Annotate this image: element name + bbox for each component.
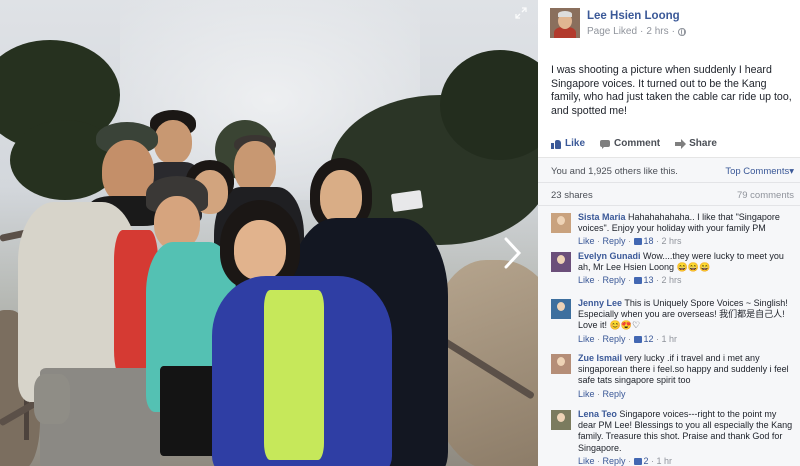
comment-icon [600, 139, 611, 149]
comment-reply-link[interactable]: Reply [603, 389, 626, 399]
comment-like-count[interactable]: 2 [633, 456, 649, 466]
post-timestamp[interactable]: 2 hrs [646, 26, 668, 37]
comment-like-link[interactable]: Like [578, 334, 595, 344]
comment-actions: Like · Reply · 13 · 2 hrs [578, 275, 682, 286]
comment-item: Sista Maria Hahahahahaha.. I like that "… [551, 212, 795, 248]
commenter-avatar[interactable] [551, 354, 571, 374]
comment-actions: Like · Reply · 2 · 1 hr [578, 455, 673, 466]
thumbs-up-icon [551, 139, 561, 149]
commenter-name[interactable]: Zue Ismail [578, 353, 622, 363]
commenter-name[interactable]: Sista Maria [578, 212, 626, 222]
comment-like-link[interactable]: Like [578, 456, 595, 466]
comment-timestamp[interactable]: 1 hr [662, 334, 678, 344]
comment-like-link[interactable]: Like [578, 389, 595, 399]
page-liked-status[interactable]: Page Liked [587, 26, 637, 37]
comment-item: Jenny Lee This is Uniquely Spore Voices … [551, 298, 795, 345]
comment-reply-link[interactable]: Reply [603, 456, 626, 466]
share-icon [675, 138, 687, 149]
commenter-avatar[interactable] [551, 252, 571, 272]
emoji-icons: 😊😍♡ [607, 320, 641, 331]
comment-reply-link[interactable]: Reply [603, 236, 626, 246]
post-photo[interactable] [0, 0, 538, 466]
thumbs-up-icon [633, 238, 642, 246]
comment-like-link[interactable]: Like [578, 275, 595, 285]
post-text: I was shooting a picture when suddenly I… [551, 64, 792, 117]
shares-count[interactable]: 23 shares [551, 190, 593, 201]
commenter-name[interactable]: Jenny Lee [578, 298, 622, 308]
comment-like-count[interactable]: 13 [633, 275, 654, 285]
likes-summary[interactable]: You and 1,925 others like this. [551, 166, 678, 177]
comment-timestamp[interactable]: 2 hrs [662, 275, 682, 285]
comment-reply-link[interactable]: Reply [603, 275, 626, 285]
comment-item: Evelyn Gunadi Wow....they were lucky to … [551, 251, 795, 287]
comment-actions: Like · Reply · 12 · 1 hr [578, 333, 678, 344]
post-side-panel: Lee Hsien Loong Page Liked · 2 hrs · I w… [538, 0, 800, 466]
globe-icon[interactable] [677, 27, 686, 36]
comment-reply-link[interactable]: Reply [603, 334, 626, 344]
like-button[interactable]: Like [551, 138, 585, 149]
emoji-icons: 😄😄😄 [674, 262, 711, 273]
comment-like-link[interactable]: Like [578, 236, 595, 246]
comment-button[interactable]: Comment [600, 138, 660, 149]
share-button[interactable]: Share [675, 138, 717, 149]
commenter-name[interactable]: Lena Teo [578, 409, 617, 419]
chevron-down-icon: ▾ [789, 166, 794, 177]
page-name-link[interactable]: Lee Hsien Loong [587, 10, 686, 22]
page-avatar[interactable] [550, 8, 580, 38]
expand-icon[interactable] [514, 6, 528, 20]
thumbs-up-icon [633, 277, 642, 285]
comments-count[interactable]: 79 comments [737, 190, 794, 201]
comment-item: Lena Teo Singapore voices---right to the… [551, 409, 795, 466]
top-comments-dropdown[interactable]: Top Comments▾ [725, 166, 794, 177]
ufi-box: You and 1,925 others like this. Top Comm… [538, 157, 800, 466]
comment-like-count[interactable]: 18 [633, 236, 654, 246]
post-header: Lee Hsien Loong Page Liked · 2 hrs · [550, 8, 686, 38]
comment-timestamp[interactable]: 1 hr [657, 456, 673, 466]
thumbs-up-icon [633, 457, 642, 465]
chevron-right-icon[interactable] [500, 236, 524, 270]
comment-actions: Like · Reply · 18 · 2 hrs [578, 236, 682, 247]
comment-timestamp[interactable]: 2 hrs [662, 236, 682, 246]
comment-item: Zue Ismail very lucky .if i travel and i… [551, 353, 795, 400]
commenter-avatar[interactable] [551, 410, 571, 430]
comment-actions: Like · Reply [578, 388, 626, 399]
post-actions: Like Comment Share [551, 138, 717, 149]
commenter-avatar[interactable] [551, 299, 571, 319]
commenter-name[interactable]: Evelyn Gunadi [578, 251, 641, 261]
thumbs-up-icon [633, 335, 642, 343]
comment-like-count[interactable]: 12 [633, 334, 654, 344]
post-meta: Page Liked · 2 hrs · [587, 26, 686, 37]
commenter-avatar[interactable] [551, 213, 571, 233]
